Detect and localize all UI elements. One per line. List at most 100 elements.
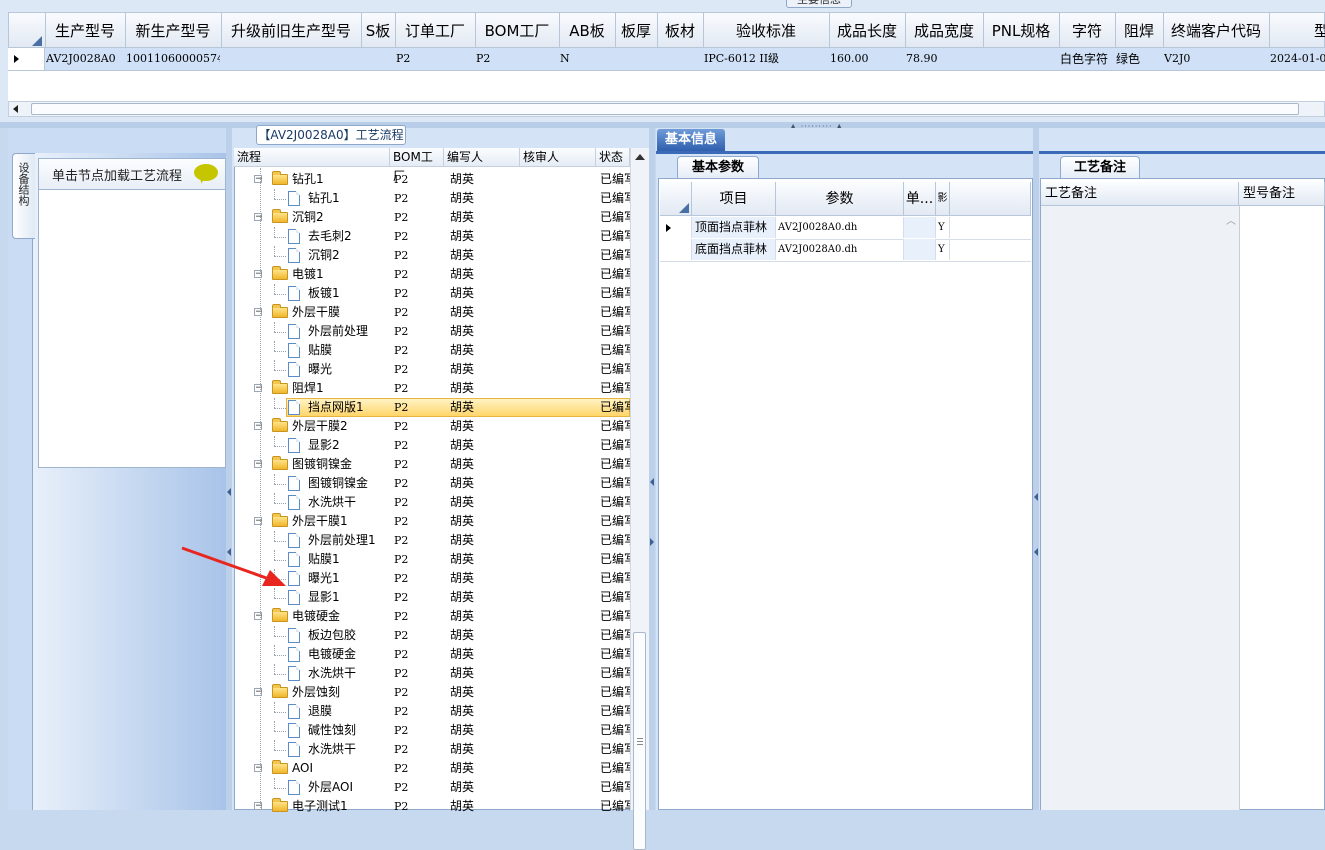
tree-row[interactable]: 外层前处理1 P2 胡英 已编写 xyxy=(234,531,630,550)
main-grid-cell[interactable]: N xyxy=(560,48,614,70)
tree-row[interactable]: 贴膜1 P2 胡英 已编写 xyxy=(234,550,630,569)
tree-row[interactable]: −电镀1P2胡英已编写 xyxy=(234,265,630,284)
params-grid-corner[interactable] xyxy=(660,182,692,216)
main-grid-col-12[interactable]: PNL规格 xyxy=(983,13,1060,49)
tree-row[interactable]: 水洗烘干 P2 胡英 已编写 xyxy=(234,493,630,512)
tab-basic-info[interactable]: 基本信息 xyxy=(657,129,725,151)
tree-row[interactable]: 退膜 P2 胡英 已编写 xyxy=(234,702,630,721)
main-grid-col-2[interactable]: 升级前旧生产型号 xyxy=(221,13,362,49)
tree-row[interactable]: 曝光 P2 胡英 已编写 xyxy=(234,360,630,379)
params-cell-item[interactable]: 顶面挡点菲林 xyxy=(692,217,776,238)
tree-row[interactable]: 电镀硬金 P2 胡英 已编写 xyxy=(234,645,630,664)
main-grid-cell[interactable] xyxy=(222,48,360,70)
tree-row[interactable]: 板边包胶 P2 胡英 已编写 xyxy=(234,626,630,645)
tree-row[interactable]: −阻焊1P2胡英已编写 xyxy=(234,379,630,398)
main-grid-col-16[interactable]: 型 xyxy=(1269,13,1325,49)
tree-row[interactable]: −外层干膜1P2胡英已编写 xyxy=(234,512,630,531)
main-grid-col-5[interactable]: BOM工厂 xyxy=(475,13,560,49)
params-cell-param[interactable]: AV2J0028A0.dh xyxy=(776,239,904,260)
params-cell-param[interactable]: AV2J0028A0.dh xyxy=(776,217,904,238)
params-cell-flag[interactable]: Y xyxy=(936,239,950,260)
params-cell-flag[interactable]: Y xyxy=(936,217,950,238)
tree-row[interactable]: −电子测试1P2胡英已编写 xyxy=(234,797,630,816)
main-grid-col-6[interactable]: AB板 xyxy=(559,13,616,49)
tree-row[interactable]: 去毛刺2 P2 胡英 已编写 xyxy=(234,227,630,246)
main-grid-col-15[interactable]: 终端客户代码 xyxy=(1163,13,1270,49)
tab-device-structure[interactable]: 设备结构 xyxy=(12,153,35,239)
main-grid-col-9[interactable]: 验收标准 xyxy=(703,13,830,49)
tree-row[interactable]: 显影2 P2 胡英 已编写 xyxy=(234,436,630,455)
tree-scroll-thumb[interactable] xyxy=(633,632,646,850)
tree-col-author[interactable]: 编写人 xyxy=(444,148,520,167)
collapse-left-icon[interactable] xyxy=(227,488,231,496)
scroll-up-icon[interactable] xyxy=(635,154,645,160)
tree-row[interactable]: 板镀1 P2 胡英 已编写 xyxy=(234,284,630,303)
main-grid-cell[interactable] xyxy=(658,48,702,70)
main-grid-col-11[interactable]: 成品宽度 xyxy=(905,13,984,49)
tree-col-flow[interactable]: 流程 xyxy=(234,148,390,167)
main-grid-cell[interactable]: 160.00 xyxy=(830,48,904,70)
params-col-unit[interactable]: 单... xyxy=(904,182,936,216)
main-grid-cell[interactable]: 2024-01-08 xyxy=(1270,48,1325,70)
tree-row[interactable]: 水洗烘干 P2 胡英 已编写 xyxy=(234,740,630,759)
collapse-left-icon[interactable] xyxy=(1034,493,1038,501)
horizontal-scrollbar[interactable] xyxy=(8,101,1325,117)
main-grid-cell[interactable]: P2 xyxy=(396,48,474,70)
params-col-flag[interactable]: 影 xyxy=(936,182,950,216)
tree-row[interactable]: 沉铜2 P2 胡英 已编写 xyxy=(234,246,630,265)
right-splitter[interactable] xyxy=(1033,128,1039,810)
params-cell-unit[interactable] xyxy=(904,239,936,260)
tree-col-status[interactable]: 状态 xyxy=(596,148,630,167)
main-grid-col-8[interactable]: 板材 xyxy=(657,13,704,49)
params-col-item[interactable]: 项目 xyxy=(692,182,776,216)
tree-row[interactable]: 外层AOI P2 胡英 已编写 xyxy=(234,778,630,797)
params-row[interactable]: 底面挡点菲林 AV2J0028A0.dh Y xyxy=(660,239,1031,262)
tree-row[interactable]: 曝光1 P2 胡英 已编写 xyxy=(234,569,630,588)
main-grid-cell[interactable]: V2J0 xyxy=(1164,48,1268,70)
main-grid-col-1[interactable]: 新生产型号 xyxy=(125,13,222,49)
collapse-left-icon[interactable] xyxy=(227,548,231,556)
params-cell-item[interactable]: 底面挡点菲林 xyxy=(692,239,776,260)
tree-row[interactable]: 贴膜 P2 胡英 已编写 xyxy=(234,341,630,360)
tree-row[interactable]: −电镀硬金P2胡英已编写 xyxy=(234,607,630,626)
tab-basic-params[interactable]: 基本参数 xyxy=(677,156,759,178)
main-grid-cell[interactable]: P2 xyxy=(476,48,558,70)
main-grid-col-10[interactable]: 成品长度 xyxy=(829,13,906,49)
tree-row[interactable]: −外层干膜2P2胡英已编写 xyxy=(234,417,630,436)
scroll-left-icon[interactable] xyxy=(13,105,18,113)
main-grid-row[interactable]: AV2J0028A0 10011060000574 P2 P2 N IPC-6012 II… xyxy=(8,48,1325,71)
expand-right-icon[interactable] xyxy=(650,538,654,546)
process-remarks-text[interactable] xyxy=(1041,206,1240,810)
tree-row[interactable]: −沉铜2P2胡英已编写 xyxy=(234,208,630,227)
tree-row[interactable]: 图镀铜镍金 P2 胡英 已编写 xyxy=(234,474,630,493)
main-grid-cell[interactable] xyxy=(616,48,656,70)
tree-row[interactable]: 显影1 P2 胡英 已编写 xyxy=(234,588,630,607)
collapse-left-icon[interactable] xyxy=(1034,548,1038,556)
main-grid-cell[interactable]: 78.90 xyxy=(906,48,982,70)
tree-row[interactable]: 碱性蚀刻 P2 胡英 已编写 xyxy=(234,721,630,740)
main-grid-cell[interactable] xyxy=(984,48,1058,70)
tree-row[interactable]: 钻孔1 P2 胡英 已编写 xyxy=(234,189,630,208)
collapse-left-icon[interactable] xyxy=(650,478,654,486)
tab-process-remarks[interactable]: 工艺备注 xyxy=(1060,156,1140,178)
tree-row[interactable]: −钻孔1P2胡英已编写 xyxy=(234,170,630,189)
tree-row[interactable]: −外层蚀刻P2胡英已编写 xyxy=(234,683,630,702)
main-grid-cell[interactable]: 白色字符 xyxy=(1060,48,1114,70)
tree-row[interactable]: 外层前处理 P2 胡英 已编写 xyxy=(234,322,630,341)
main-grid-cell[interactable]: IPC-6012 II级 xyxy=(704,48,828,70)
tree-row[interactable]: −AOIP2胡英已编写 xyxy=(234,759,630,778)
tree-row[interactable]: −图镀铜镍金P2胡英已编写 xyxy=(234,455,630,474)
scrollbar-thumb[interactable] xyxy=(31,103,1299,115)
main-info-tab[interactable]: 主要信息 xyxy=(786,0,852,8)
tree-col-bom[interactable]: BOM工厂 xyxy=(390,148,444,183)
grid-corner-icon[interactable] xyxy=(9,13,46,49)
grid-corner-icon[interactable] xyxy=(660,182,691,215)
main-grid-col-7[interactable]: 板厚 xyxy=(615,13,658,49)
tree-vertical-scrollbar[interactable] xyxy=(630,148,649,850)
main-grid-col-13[interactable]: 字符 xyxy=(1059,13,1116,49)
tree-col-reviewer[interactable]: 核审人 xyxy=(520,148,596,167)
main-grid-col-4[interactable]: 订单工厂 xyxy=(395,13,476,49)
params-cell-unit[interactable] xyxy=(904,217,936,238)
tree-row[interactable]: 挡点网版1 P2 胡英 已编写 xyxy=(234,398,630,417)
main-grid-cell[interactable]: 绿色 xyxy=(1116,48,1162,70)
